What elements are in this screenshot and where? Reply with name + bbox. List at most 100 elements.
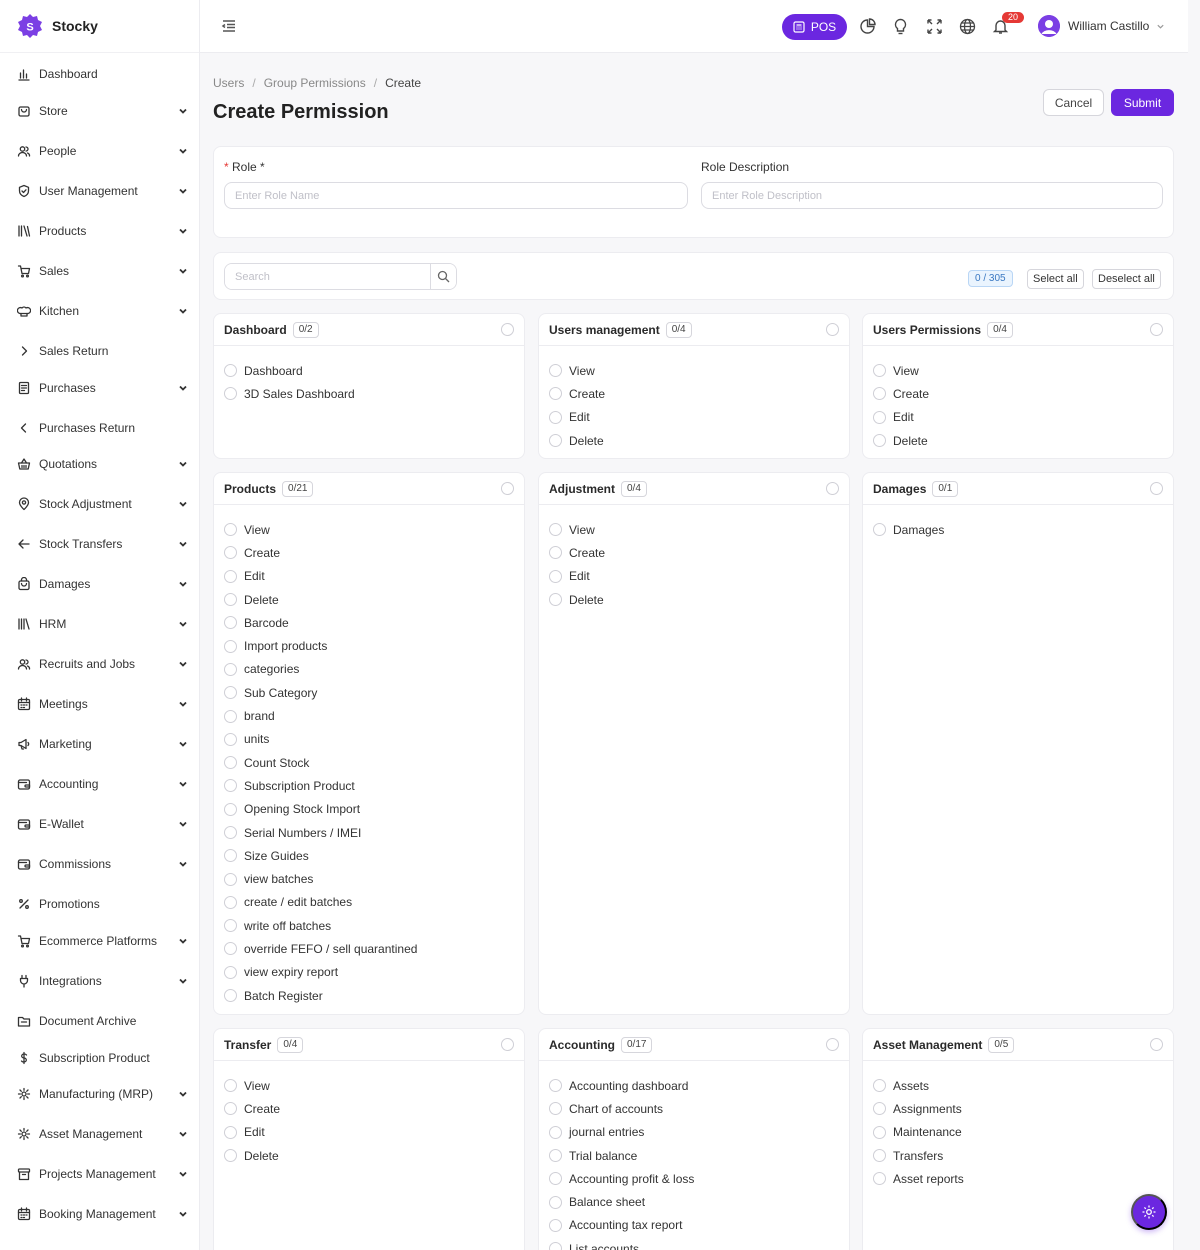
permission-checkbox[interactable] <box>224 1079 237 1093</box>
permission-checkbox[interactable] <box>224 965 237 979</box>
permission-checkbox[interactable] <box>549 546 562 560</box>
permission-checkbox[interactable] <box>549 1172 562 1186</box>
permission-checkbox[interactable] <box>549 387 562 401</box>
permission-item[interactable]: view expiry report <box>214 961 524 984</box>
permission-item[interactable]: Serial Numbers / IMEI <box>214 821 524 844</box>
group-select-all-checkbox[interactable] <box>1150 323 1163 336</box>
permission-item[interactable]: Assets <box>863 1074 1173 1097</box>
search-input[interactable] <box>225 264 430 289</box>
permission-item[interactable]: Create <box>863 382 1173 405</box>
sidebar-item-damages[interactable]: Damages <box>0 569 199 599</box>
permission-checkbox[interactable] <box>224 732 237 746</box>
permission-item[interactable]: override FEFO / sell quarantined <box>214 937 524 960</box>
permission-checkbox[interactable] <box>224 895 237 909</box>
permission-item[interactable]: Damages <box>863 518 1173 541</box>
permission-item[interactable]: Create <box>214 1097 524 1120</box>
permission-item[interactable]: Sub Category <box>214 681 524 704</box>
permission-item[interactable]: Delete <box>214 1144 524 1167</box>
permission-checkbox[interactable] <box>873 1079 886 1093</box>
permission-checkbox[interactable] <box>224 826 237 839</box>
permission-checkbox[interactable] <box>549 410 562 424</box>
breadcrumb-users[interactable]: Users <box>213 76 244 90</box>
globe-icon[interactable] <box>959 18 976 35</box>
permission-item[interactable]: Size Guides <box>214 844 524 867</box>
permission-checkbox[interactable] <box>224 639 237 653</box>
sidebar-item-recruits-and-jobs[interactable]: Recruits and Jobs <box>0 649 199 679</box>
pie-chart-icon[interactable] <box>859 18 876 35</box>
sidebar-item-commissions[interactable]: Commissions <box>0 849 199 879</box>
permission-item[interactable]: Accounting profit & loss <box>539 1167 849 1190</box>
sidebar-item-booking-management[interactable]: Booking Management <box>0 1199 199 1229</box>
sidebar-item-stock-adjustment[interactable]: Stock Adjustment <box>0 489 199 519</box>
permission-checkbox[interactable] <box>549 593 562 607</box>
group-select-all-checkbox[interactable] <box>501 482 514 495</box>
sidebar-item-sales[interactable]: Sales <box>0 256 199 286</box>
permission-item[interactable]: Balance sheet <box>539 1190 849 1213</box>
permission-item[interactable]: Asset reports <box>863 1167 1173 1190</box>
permission-checkbox[interactable] <box>224 523 237 537</box>
permission-checkbox[interactable] <box>224 662 237 676</box>
sidebar-item-promotions[interactable]: Promotions <box>0 889 199 919</box>
permission-item[interactable]: Import products <box>214 634 524 657</box>
permission-item[interactable]: Opening Stock Import <box>214 798 524 821</box>
permission-item[interactable]: Subscription Product <box>214 774 524 797</box>
sidebar-item-hrm[interactable]: HRM <box>0 609 199 639</box>
sidebar-item-user-management[interactable]: User Management <box>0 176 199 206</box>
permission-checkbox[interactable] <box>224 919 237 933</box>
permission-item[interactable]: List accounts <box>539 1237 849 1250</box>
submit-button[interactable]: Submit <box>1111 89 1174 116</box>
permission-checkbox[interactable] <box>873 523 886 537</box>
sidebar-item-sales-return[interactable]: Sales Return <box>0 336 199 366</box>
sidebar-item-accounting[interactable]: Accounting <box>0 769 199 799</box>
permission-checkbox[interactable] <box>224 1102 237 1116</box>
breadcrumb-group-permissions[interactable]: Group Permissions <box>264 76 366 90</box>
search-button[interactable] <box>430 264 456 289</box>
permission-item[interactable]: categories <box>214 658 524 681</box>
role-description-input[interactable] <box>701 182 1163 209</box>
lightbulb-icon[interactable] <box>892 18 909 35</box>
permission-checkbox[interactable] <box>549 364 562 378</box>
permission-checkbox[interactable] <box>549 1242 562 1250</box>
permission-checkbox[interactable] <box>549 1195 562 1209</box>
permission-item[interactable]: Accounting dashboard <box>539 1074 849 1097</box>
permission-checkbox[interactable] <box>224 686 237 700</box>
settings-fab[interactable] <box>1131 1194 1167 1230</box>
permission-checkbox[interactable] <box>224 616 237 630</box>
permission-checkbox[interactable] <box>224 593 237 607</box>
permission-item[interactable]: Edit <box>539 406 849 429</box>
permission-item[interactable]: Assignments <box>863 1097 1173 1120</box>
permission-checkbox[interactable] <box>549 1218 562 1232</box>
permission-checkbox[interactable] <box>873 434 886 448</box>
permission-checkbox[interactable] <box>873 1172 886 1186</box>
group-select-all-checkbox[interactable] <box>501 1038 514 1051</box>
cancel-button[interactable]: Cancel <box>1043 89 1104 116</box>
permission-checkbox[interactable] <box>549 569 562 583</box>
permission-checkbox[interactable] <box>549 1125 562 1139</box>
sidebar-item-document-archive[interactable]: Document Archive <box>0 1006 199 1036</box>
role-name-input[interactable] <box>224 182 688 209</box>
sidebar-item-marketing[interactable]: Marketing <box>0 729 199 759</box>
permission-checkbox[interactable] <box>224 546 237 560</box>
permission-item[interactable]: Maintenance <box>863 1121 1173 1144</box>
group-select-all-checkbox[interactable] <box>501 323 514 336</box>
permission-item[interactable]: Edit <box>214 565 524 588</box>
permission-item[interactable]: brand <box>214 704 524 727</box>
sidebar-item-products[interactable]: Products <box>0 216 199 246</box>
permission-item[interactable]: View <box>214 518 524 541</box>
permission-checkbox[interactable] <box>873 410 886 424</box>
permission-item[interactable]: Edit <box>539 565 849 588</box>
permission-checkbox[interactable] <box>873 1102 886 1116</box>
group-select-all-checkbox[interactable] <box>1150 1038 1163 1051</box>
sidebar-item-people[interactable]: People <box>0 136 199 166</box>
permission-item[interactable]: Create <box>539 541 849 564</box>
permission-item[interactable]: Batch Register <box>214 984 524 1007</box>
permission-item[interactable]: 3D Sales Dashboard <box>214 382 524 405</box>
permission-item[interactable]: Barcode <box>214 611 524 634</box>
permission-item[interactable]: Count Stock <box>214 751 524 774</box>
sidebar-item-dashboard[interactable]: Dashboard <box>0 59 199 89</box>
sidebar-item-store[interactable]: Store <box>0 96 199 126</box>
permission-item[interactable]: View <box>539 359 849 382</box>
group-select-all-checkbox[interactable] <box>826 1038 839 1051</box>
sidebar-item-kitchen[interactable]: Kitchen <box>0 296 199 326</box>
sidebar-item-asset-management[interactable]: Asset Management <box>0 1119 199 1149</box>
